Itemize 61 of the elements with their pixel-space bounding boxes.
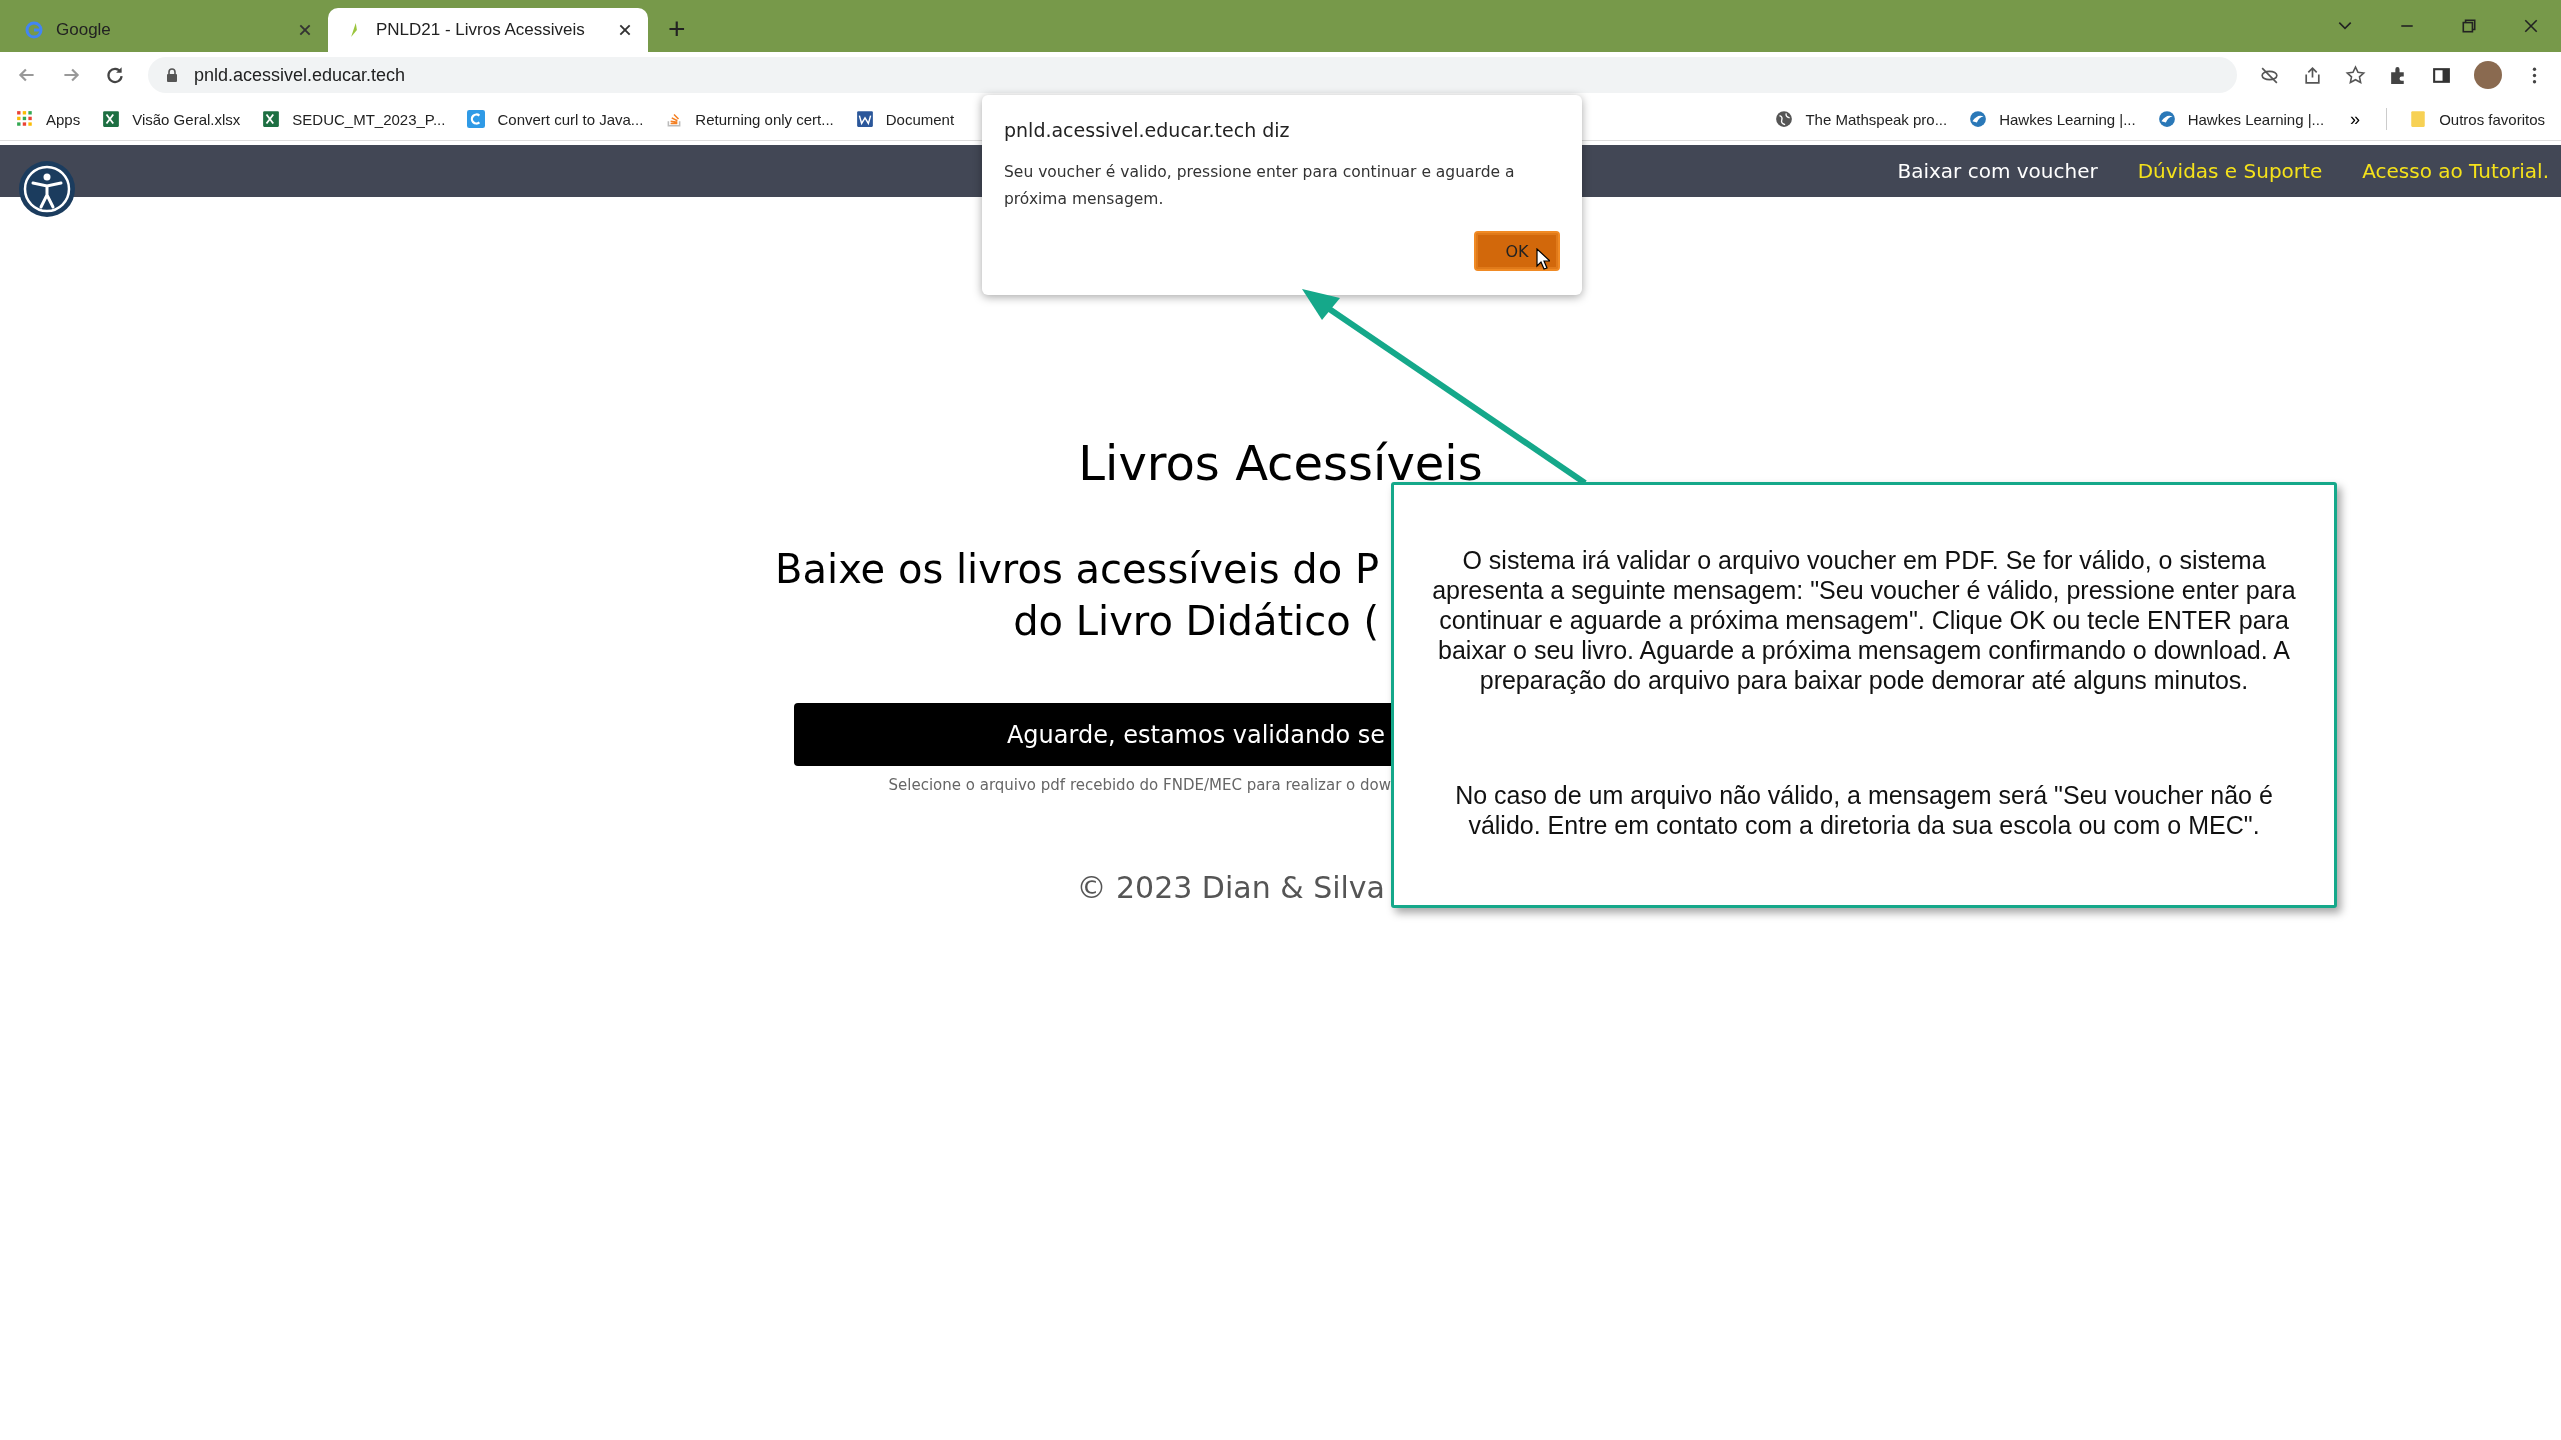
bookmark[interactable]: Convert curl to Java... [467,110,644,128]
bookmark-label: Outros favoritos [2439,110,2545,128]
bookmark-label: Hawkes Learning |... [1999,110,2136,128]
bookmark-label: Apps [46,110,81,128]
restore-icon[interactable] [2461,18,2477,34]
ok-button[interactable]: OK [1474,231,1560,271]
bookmark[interactable]: The Mathspeak pro... [1775,110,1948,128]
leaf-icon [351,23,357,37]
bird-icon [2157,110,2176,128]
folder-icon [2409,110,2428,128]
bookmark[interactable]: Apps [16,110,81,128]
browser-tab[interactable]: PNLD21 - Livros Acessiveis [328,8,648,52]
globe-icon [1775,110,1794,128]
grid-icon [16,110,34,128]
lock-icon [166,68,178,82]
bookmark[interactable]: SEDUC_MT_2023_P... [262,110,446,128]
hint-text: Selecione o arquivo pdf recebido do FNDE/MEC para realizar o dow [887,776,1391,794]
bookmark-label: SEDUC_MT_2023_P... [292,110,446,128]
address-field[interactable]: pnld.acessivel.educar.tech [148,57,2237,93]
mouse-pointer-icon [1536,248,1550,270]
letter-c-icon [467,110,486,128]
bookmark[interactable]: Hawkes Learning |... [1969,110,2136,128]
browser-tab[interactable]: Google [8,8,328,52]
bookmark[interactable]: Visão Geral.xlsx [102,110,241,128]
new-tab-button[interactable]: + [662,12,692,46]
dialog-title: pnld.acessivel.educar.tech diz [1004,119,1291,141]
page-subtitle: Baixe os livros acessíveis do P do Livro Didático ( [774,545,1380,646]
bookmark-label: Hawkes Learning |... [2187,110,2325,128]
bookmark-folder[interactable]: Outros favoritos [2409,110,2545,128]
google-logo-icon [24,20,44,40]
url-text: pnld.acessivel.educar.tech [194,64,406,86]
nav-link[interactable]: Baixar com voucher [1897,159,2098,183]
bookmark-label: The Mathspeak pro... [1805,110,1948,128]
bird-icon [1969,110,1988,128]
callout-text: O sistema irá validar o arquivo voucher em PDF. Se for válido, o sistema apresenta a seguinte mensagem: "Seu voucher é válido, pressione enter para continuar e aguarde a próxima mensagem". Clique OK ou tecle ENTER para baixar o seu livro. Aguarde a próxima mensagem confirmando o download. A preparação do arquivo para baixar pode demorar até alguns minutos. [1431,545,2297,695]
more-bookmarks-button[interactable]: » [2346,108,2365,130]
bookmark-label: Visão Geral.xlsx [132,110,241,128]
page-title: Livros Acessíveis [1077,434,1484,493]
spreadsheet-icon [102,110,121,128]
spreadsheet-icon [262,110,281,128]
nav-link[interactable]: Dúvidas e Suporte [2137,159,2323,183]
bookmark[interactable]: Returning only cert... [665,110,834,128]
tab-title: PNLD21 - Livros Acessiveis [376,20,586,40]
bookmark-label: Returning only cert... [695,110,834,128]
callout-text: No caso de um arquivo não válido, a mensagem será "Seu voucher não é válido. Entre em contato com a diretoria da sua escola ou com o MEC". [1454,780,2274,840]
tab-title: Google [56,20,112,40]
bookmark[interactable]: Document [855,110,955,128]
validating-button[interactable]: Aguarde, estamos validando se [794,703,1391,766]
star-icon[interactable] [2345,64,2366,86]
copyright-text: © 2023 Dian & Silva [1075,870,1386,905]
reload-icon[interactable] [104,64,126,86]
document-icon [855,110,874,128]
bookmark[interactable]: Hawkes Learning |... [2157,110,2325,128]
bookmark-label: Document [885,110,955,128]
nav-link[interactable]: Acesso ao Tutorial. [2362,159,2549,183]
bookmark-label: Convert curl to Java... [497,110,644,128]
accessibility-icon[interactable] [17,159,77,219]
share-icon[interactable] [2302,64,2323,86]
avatar[interactable] [2474,61,2502,89]
close-icon[interactable] [618,23,632,37]
dialog-message: Seu voucher é valido, pressione enter para continuar e aguarde a próxima mensagem. [1004,162,1516,210]
